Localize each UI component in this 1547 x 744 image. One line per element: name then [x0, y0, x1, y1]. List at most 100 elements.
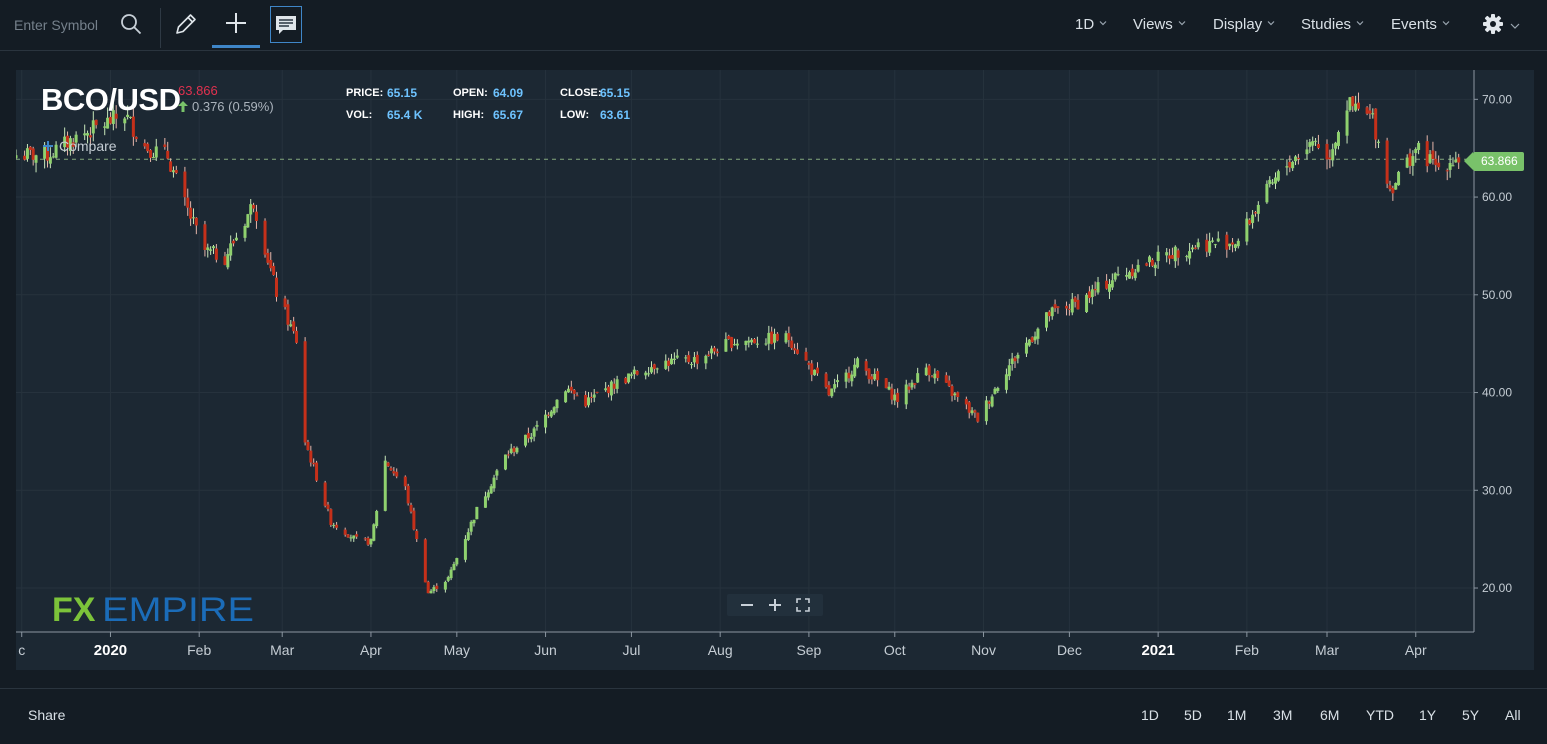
range-1m[interactable]: 1M [1227, 707, 1246, 723]
range-all[interactable]: All [1505, 707, 1521, 723]
candle-body [349, 537, 353, 539]
candle-body [684, 357, 688, 359]
active-tool-indicator [212, 45, 260, 48]
candle-body [1316, 144, 1320, 149]
candle-body [1271, 182, 1275, 184]
candle-body [687, 355, 691, 363]
candle-body [1448, 162, 1452, 170]
candle-body [1024, 342, 1028, 354]
zoom-out-button[interactable] [733, 594, 761, 616]
candle-body [870, 376, 874, 380]
candle-body [549, 411, 553, 417]
candle-body [1374, 108, 1378, 140]
range-5d[interactable]: 5D [1184, 707, 1202, 723]
menu-interval[interactable]: 1D [1075, 16, 1107, 33]
candle-body [475, 506, 479, 520]
candle-body [1113, 273, 1117, 280]
range-6m[interactable]: 6M [1320, 707, 1339, 723]
range-1y[interactable]: 1Y [1419, 707, 1436, 723]
x-tick-label: c [18, 642, 25, 658]
candle-body [415, 530, 419, 540]
candle-body [546, 414, 550, 416]
candle-body [873, 373, 877, 380]
gear-icon[interactable] [1482, 13, 1504, 35]
menu-display[interactable]: Display [1213, 16, 1275, 33]
zoom-in-button[interactable] [761, 594, 789, 616]
candle-body [850, 374, 854, 382]
candle-body [1176, 250, 1180, 258]
candle-body [1231, 242, 1235, 245]
candle-body [1007, 365, 1011, 377]
candle-body [944, 375, 948, 383]
candle-body [1348, 97, 1352, 111]
candle-body [83, 133, 87, 136]
candle-body [329, 509, 333, 525]
candle-body [996, 387, 1000, 391]
candle-body [1268, 179, 1272, 184]
candle-body [123, 118, 127, 124]
candle-body [936, 370, 940, 378]
candle-body [515, 447, 519, 453]
share-button[interactable]: Share [28, 707, 65, 723]
crosshair-button[interactable] [212, 6, 260, 48]
compare-button[interactable]: Compare [43, 138, 117, 154]
candle-body [312, 462, 316, 465]
candle-body [1437, 162, 1441, 168]
candle-body [810, 363, 814, 375]
candle-body [575, 395, 579, 397]
candle-body [644, 372, 648, 376]
candle-body [956, 392, 960, 398]
candle-body [143, 143, 147, 147]
candle-body [1190, 247, 1194, 250]
range-3m[interactable]: 3M [1273, 707, 1292, 723]
candle-body [409, 504, 413, 512]
candle-body [1273, 177, 1277, 184]
range-5y[interactable]: 5Y [1462, 707, 1479, 723]
candlestick-chart[interactable]: 70.00 60.00 50.00 40.00 30.00 20.00 c 2020 Feb Ma… [16, 70, 1534, 670]
candle-body [23, 155, 27, 160]
candle-body [1457, 157, 1461, 163]
menu-views[interactable]: Views [1133, 16, 1186, 33]
range-1d[interactable]: 1D [1141, 707, 1159, 723]
close-value: 65.15 [600, 86, 631, 100]
pencil-icon[interactable] [173, 11, 199, 37]
x-tick-label: Apr [1405, 642, 1427, 658]
chart-panel[interactable]: 70.00 60.00 50.00 40.00 30.00 20.00 c 2020 Feb Ma… [16, 70, 1534, 670]
candle-body [595, 391, 599, 393]
fullscreen-button[interactable] [789, 594, 817, 616]
news-button[interactable] [270, 6, 302, 43]
candle-body [967, 402, 971, 413]
candle-body [1385, 140, 1389, 184]
open-label: OPEN: [453, 87, 488, 99]
menu-events[interactable]: Events [1391, 16, 1450, 33]
range-ytd[interactable]: YTD [1366, 707, 1394, 723]
menu-studies[interactable]: Studies [1301, 16, 1364, 33]
candle-body [472, 519, 476, 524]
candle-body [1377, 141, 1381, 143]
candle-body [1150, 259, 1154, 266]
candle-body [807, 362, 811, 365]
candle-body [163, 144, 167, 147]
vol-label: VOL: [346, 109, 373, 121]
candle-body [767, 332, 771, 344]
candle-body [486, 492, 490, 498]
chevron-down-icon [1178, 21, 1186, 26]
search-icon[interactable] [120, 13, 142, 35]
candle-body [1331, 149, 1335, 161]
candle-body [927, 365, 931, 376]
candle-body [1345, 110, 1349, 136]
candle-body [707, 354, 711, 357]
candle-body [269, 259, 273, 269]
candle-body [254, 211, 258, 221]
candle-body [151, 157, 155, 159]
candle-body [1211, 240, 1215, 242]
menu-label: Display [1213, 16, 1263, 33]
candle-body [1136, 264, 1140, 272]
candle-body [375, 511, 379, 527]
candle-body [827, 385, 831, 396]
candle-body [635, 370, 639, 375]
candle-body [710, 348, 714, 354]
candle-body [1004, 374, 1008, 390]
chevron-down-icon[interactable] [1510, 22, 1520, 30]
candle-body [369, 538, 373, 545]
